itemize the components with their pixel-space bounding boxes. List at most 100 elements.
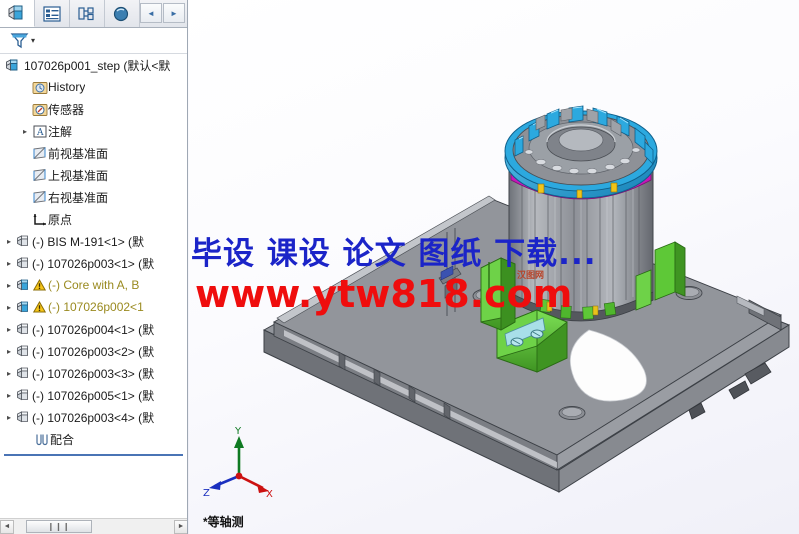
tree-item[interactable]: ▸ (-) 107026p003<1> (默: [0, 252, 187, 274]
tree-item[interactable]: ▸ (-) 107026p003<4> (默: [0, 406, 187, 428]
origin-icon: [33, 213, 46, 225]
tree-item[interactable]: 右视基准面: [0, 186, 187, 208]
scrollbar-thumb[interactable]: ❙❙❙: [26, 520, 92, 533]
tree-item[interactable]: 前视基准面: [0, 142, 187, 164]
scroll-right-arrow-icon[interactable]: ►: [174, 519, 187, 534]
tree-item-label: 注解: [48, 124, 73, 139]
tree-item[interactable]: ▸ (-) BIS M-191<1> (默: [0, 230, 187, 252]
tree-item-label: (-) 107026p003<3> (默: [32, 366, 155, 381]
expand-arrow-icon[interactable]: ▸: [2, 391, 16, 400]
plane-icon: [33, 168, 46, 181]
tree-item[interactable]: ▸ (-) 107026p003<3> (默: [0, 362, 187, 384]
expand-arrow-icon[interactable]: ▸: [2, 303, 16, 312]
feature-manager-tab[interactable]: [0, 0, 35, 27]
tree-item[interactable]: History: [0, 76, 187, 98]
tree-item-label: (-) 107026p003<4> (默: [32, 410, 155, 425]
expand-arrow-icon[interactable]: ▸: [2, 281, 16, 290]
tree-item-label: (-) 107026p004<1> (默: [32, 322, 155, 337]
tree-item[interactable]: 上视基准面: [0, 164, 187, 186]
tree-item-label: (-) 107026p003<1> (默: [32, 256, 155, 271]
triad-x-label: X: [266, 489, 273, 498]
triad-z-arrow: [209, 481, 221, 490]
tree-item-label: History: [48, 80, 86, 94]
coordinate-triad: Y X Z: [203, 426, 273, 498]
part-icon: [17, 234, 28, 246]
tree-item-mates[interactable]: 配合: [0, 428, 187, 450]
part-icon: [17, 322, 28, 334]
feature-manager-panel: ◄ ► ▾ 107026p001_step (默认<默 History 传感器 …: [0, 0, 188, 534]
filter-icon[interactable]: [10, 31, 29, 50]
tree-item-label: 传感器: [48, 102, 85, 117]
scroll-left-arrow-icon[interactable]: ◄: [0, 519, 14, 534]
history-folder-icon: [32, 81, 48, 94]
sensor-folder-icon: [32, 103, 48, 116]
mates-paperclip-icon: [36, 434, 48, 445]
tree-item[interactable]: 传感器: [0, 98, 187, 120]
triad-y-arrow: [234, 436, 244, 448]
display-manager-tab[interactable]: [105, 0, 140, 27]
feature-tree[interactable]: 107026p001_step (默认<默 History 传感器 ▸ A 注解前视基准…: [0, 54, 187, 510]
cad-model-3d[interactable]: [189, 0, 799, 534]
tree-item-label: (-) 107026p003<2> (默: [32, 344, 155, 359]
expand-arrow-icon[interactable]: ▸: [2, 347, 16, 356]
warning-icon: [32, 301, 46, 313]
expand-arrow-icon[interactable]: ▸: [2, 369, 16, 378]
annotations-icon: A: [33, 125, 47, 138]
panel-nav-buttons: ◄ ►: [140, 3, 185, 23]
part-icon: [17, 344, 28, 356]
tree-item[interactable]: ▸ (-) 107026p005<1> (默: [0, 384, 187, 406]
chevron-left-icon: ◄: [147, 8, 155, 18]
filter-dropdown-arrow-icon[interactable]: ▾: [31, 36, 35, 45]
appearance-sphere-icon: [113, 6, 129, 21]
tree-horizontal-scrollbar[interactable]: ◄ ❙❙❙ ►: [0, 518, 187, 534]
tree-item-label: (-) 107026p002<1: [48, 300, 144, 314]
config-tree-icon: [78, 6, 94, 20]
warning-icon: [32, 279, 46, 291]
tree-item-label: (-) Core with A, B: [48, 278, 140, 292]
expand-arrow-icon[interactable]: ▸: [2, 237, 16, 246]
tree-item-label: 上视基准面: [48, 168, 109, 183]
tree-item-label: 右视基准面: [48, 190, 109, 205]
tree-item-label: (-) BIS M-191<1> (默: [32, 234, 145, 249]
tree-item-label: 前视基准面: [48, 146, 109, 161]
assembly-icon: [4, 57, 21, 73]
list-panel-icon: [43, 5, 61, 22]
tree-item[interactable]: ▸ (-) Core with A, B: [0, 274, 187, 296]
tree-item[interactable]: ▸ (-) 107026p003<2> (默: [0, 340, 187, 362]
expand-arrow-icon[interactable]: ▸: [2, 259, 16, 268]
tree-item-label: 原点: [48, 212, 73, 227]
configuration-manager-tab[interactable]: [70, 0, 105, 27]
tree-filter-row: ▾: [0, 28, 187, 54]
part-icon: [17, 410, 28, 422]
expand-arrow-icon[interactable]: ▸: [18, 127, 32, 136]
tree-divider: [4, 454, 183, 456]
panel-nav-prev-button[interactable]: ◄: [140, 3, 162, 23]
tree-root-label: 107026p001_step (默认<默: [24, 58, 171, 73]
subassembly-icon: [17, 278, 28, 290]
part-icon: [17, 388, 28, 400]
graphics-viewport[interactable]: Y X Z *等轴测 毕设 课设 论文 图纸 下载... 汉图网 www.ytw…: [189, 0, 799, 534]
tree-root-node[interactable]: 107026p001_step (默认<默: [0, 54, 187, 76]
svg-text:A: A: [36, 128, 44, 138]
solidworks-window: ◄ ► ▾ 107026p001_step (默认<默 History 传感器 …: [0, 0, 799, 534]
subassembly-icon: [17, 300, 28, 312]
panel-nav-next-button[interactable]: ►: [163, 3, 185, 23]
view-orientation-label: *等轴测: [203, 515, 244, 529]
tree-item[interactable]: ▸ (-) 107026p002<1: [0, 296, 187, 318]
expand-arrow-icon[interactable]: ▸: [2, 325, 16, 334]
panel-tab-strip: ◄ ►: [0, 0, 187, 28]
part-icon: [17, 256, 28, 268]
tree-item[interactable]: 原点: [0, 208, 187, 230]
tree-item-label: (-) 107026p005<1> (默: [32, 388, 155, 403]
chevron-right-icon: ►: [170, 8, 178, 18]
tree-item-list: History 传感器 ▸ A 注解前视基准面上视基准面右视基准面原点 ▸ (-) BIS …: [0, 76, 187, 428]
plane-icon: [33, 190, 46, 203]
property-manager-tab[interactable]: [35, 0, 70, 27]
cube-icon: [8, 5, 23, 20]
part-icon: [17, 366, 28, 378]
tree-item-label: 配合: [50, 432, 75, 447]
plane-icon: [33, 146, 46, 159]
expand-arrow-icon[interactable]: ▸: [2, 413, 16, 422]
tree-item[interactable]: ▸ (-) 107026p004<1> (默: [0, 318, 187, 340]
tree-item[interactable]: ▸ A 注解: [0, 120, 187, 142]
